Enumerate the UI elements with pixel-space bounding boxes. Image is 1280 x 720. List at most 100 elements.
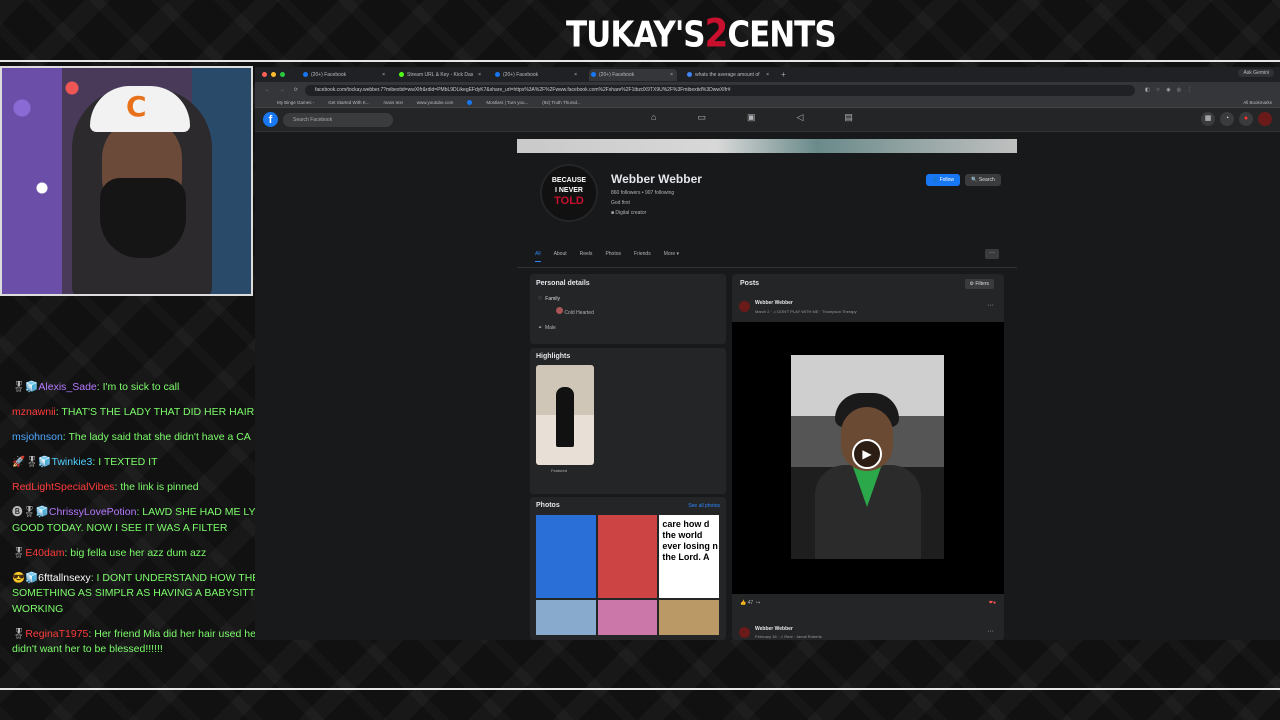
close-tab-icon[interactable]: ×: [766, 69, 769, 81]
posts-card: Posts ⚙ Filters Webber Webber March 2 · …: [732, 274, 1004, 640]
post-options-button[interactable]: ···: [987, 628, 994, 635]
close-tab-icon[interactable]: ×: [478, 69, 481, 81]
profile-tab[interactable]: More ▾: [664, 251, 679, 262]
all-bookmarks-button[interactable]: All Bookmarks: [1243, 100, 1272, 105]
post-author[interactable]: Webber Webber: [755, 626, 793, 632]
webcam-feed: C: [0, 66, 253, 296]
chat-username[interactable]: ReginaT1975: [25, 628, 88, 640]
notifications-icon[interactable]: ●: [1239, 112, 1253, 126]
chat-username[interactable]: mznawnii: [12, 406, 56, 418]
photo-thumb[interactable]: [536, 600, 596, 635]
nav-buttons[interactable]: ← → ⟳: [255, 87, 305, 93]
minimize-window-button[interactable]: [271, 72, 276, 77]
chat-text: I TEXTED IT: [98, 456, 158, 468]
chat-username[interactable]: Twinkie3: [51, 456, 92, 468]
profile-tab[interactable]: Reels: [580, 251, 593, 262]
bookmark-item[interactable]: Get Started With K...: [328, 100, 369, 105]
post-options-button[interactable]: ···: [987, 302, 994, 309]
browser-window: (20+) Facebook × Stream URL & Key - Kick D…: [255, 67, 1280, 640]
post-subtitle: March 2 · ♫ DON'T PLAY WITH ME · Thompso…: [755, 309, 857, 314]
chat-username[interactable]: E40dam: [25, 547, 64, 559]
follower-stats[interactable]: 860 followers • 907 following: [611, 188, 674, 198]
bookmark-item[interactable]: Mostlars | Turn you...: [486, 100, 528, 105]
post-author[interactable]: Webber Webber: [755, 300, 793, 306]
filters-button[interactable]: ⚙ Filters: [964, 279, 994, 289]
toolbar-icons[interactable]: ◧☆◉◎⋮: [1145, 87, 1198, 93]
bookmark-item[interactable]: My Binge Games -: [277, 100, 314, 105]
personal-details-card: Personal details ♡ Family Cold Hearted ⚭…: [530, 274, 726, 344]
browser-tab[interactable]: Stream URL & Key - Kick Das ×: [397, 69, 485, 81]
reels-icon[interactable]: ▭: [697, 112, 706, 123]
profile-tab[interactable]: About: [554, 251, 567, 262]
browser-tab[interactable]: (20+) Facebook ×: [589, 68, 677, 81]
chat-text: big fella use her azz dum azz: [70, 546, 207, 559]
post-avatar[interactable]: [739, 301, 750, 312]
facebook-logo-icon[interactable]: f: [263, 112, 278, 127]
messenger-icon[interactable]: ◔: [1220, 112, 1234, 126]
photo-thumb[interactable]: [536, 515, 596, 598]
gaming-icon[interactable]: ▤: [844, 112, 853, 123]
photo-thumb[interactable]: [597, 600, 658, 635]
play-icon[interactable]: ▶: [852, 439, 882, 469]
browser-tab[interactable]: whats the average amount of ×: [685, 69, 773, 81]
ask-gemini-button[interactable]: Ask Gemini: [1238, 69, 1274, 77]
family-icon: ♡: [538, 296, 543, 302]
more-options-button[interactable]: ···: [985, 249, 999, 259]
highlights-card: Highlights Featured: [530, 348, 726, 494]
chat-text: the link is pinned: [120, 481, 199, 493]
tab-label: Stream URL & Key - Kick Das: [407, 71, 474, 78]
close-tab-icon[interactable]: ×: [670, 69, 673, 81]
chat-badges: 🅑🎖🧊: [12, 506, 49, 518]
chat-username[interactable]: RedLightSpecialVibes: [12, 481, 115, 493]
chat-username[interactable]: Alexis_Sade: [38, 381, 96, 393]
chat-username[interactable]: ChrissyLovePotion: [49, 506, 137, 518]
profile-picture[interactable]: BECAUSE I NEVER TOLD: [540, 164, 598, 222]
chat-badges: 🚀🎖🧊: [12, 456, 52, 468]
maximize-window-button[interactable]: [280, 72, 285, 77]
bookmark-facebook-icon[interactable]: [467, 100, 473, 105]
profile-tab[interactable]: All: [535, 251, 541, 262]
home-icon[interactable]: ⌂: [651, 112, 656, 123]
close-tab-icon[interactable]: ×: [574, 69, 577, 81]
family-member-link[interactable]: Cold Hearted: [556, 307, 594, 316]
new-tab-button[interactable]: +: [781, 70, 786, 79]
profile-meta: 860 followers • 907 following God first …: [611, 188, 674, 218]
account-avatar[interactable]: [1258, 112, 1272, 126]
chat-badges: 🎖: [12, 546, 26, 559]
chat-username[interactable]: 6fttallnsexy: [38, 572, 91, 584]
photo-thumb[interactable]: [597, 515, 658, 598]
marketplace-icon[interactable]: ▣: [747, 112, 756, 123]
profile-tab[interactable]: Friends: [634, 251, 651, 262]
tab-favicon-icon: [495, 71, 500, 77]
bookmark-item[interactable]: (92) Truth Thursd...: [542, 100, 580, 105]
highlight-item[interactable]: [536, 365, 594, 465]
profile-tabs: All About Reels Photos Friends More ▾: [535, 251, 679, 262]
ads-icon[interactable]: ◁: [796, 112, 803, 123]
photos-grid: care how d the world ever losing n the L…: [536, 515, 719, 635]
profile-category: ■ Digital creator: [611, 210, 647, 216]
tab-favicon-icon: [303, 71, 308, 77]
photo-thumb[interactable]: [659, 600, 719, 635]
close-tab-icon[interactable]: ×: [382, 69, 385, 81]
follow-button[interactable]: 👤 Follow: [926, 174, 960, 186]
chat-username[interactable]: msjohnson: [12, 431, 63, 443]
profile-tab[interactable]: Photos: [605, 251, 621, 262]
profile-name: Webber Webber: [611, 172, 702, 186]
browser-tab[interactable]: (20+) Facebook ×: [493, 69, 581, 81]
profile-bio: God first: [611, 200, 630, 206]
menu-grid-icon[interactable]: ▦: [1201, 112, 1215, 126]
see-all-photos-link[interactable]: See all photos: [688, 503, 720, 509]
facebook-search-input[interactable]: Search Facebook: [283, 113, 393, 127]
post-video[interactable]: ▶: [732, 322, 1004, 594]
url-field[interactable]: facebook.com/tockay.webber.7?mibextid=ww…: [305, 84, 1135, 96]
post-reactions[interactable]: 👍 47 ↪: [740, 600, 760, 606]
chat-text: The lady said that she didn't have a CA: [68, 431, 251, 443]
photos-card: Photos See all photos care how d the wor…: [530, 497, 726, 640]
photo-thumb[interactable]: care how d the world ever losing n the L…: [659, 515, 719, 598]
bookmark-item[interactable]: www.youtube.com: [417, 100, 454, 105]
bookmark-item[interactable]: mass text: [384, 100, 403, 105]
close-window-button[interactable]: [262, 72, 267, 77]
profile-search-button[interactable]: 🔍 Search: [965, 174, 1001, 186]
post-avatar[interactable]: [739, 627, 750, 638]
browser-tab[interactable]: (20+) Facebook ×: [301, 69, 389, 81]
